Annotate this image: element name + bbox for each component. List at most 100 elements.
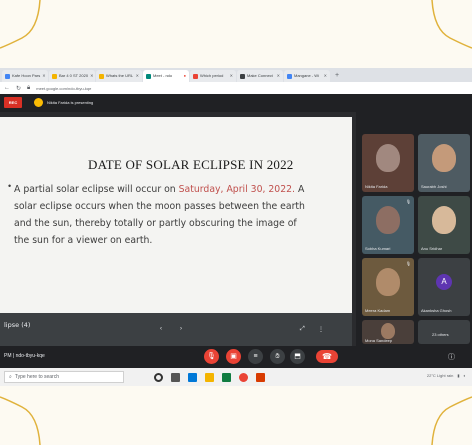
tab-label: Meet - ndo [153, 73, 173, 78]
store-icon[interactable] [222, 372, 231, 382]
weather-widget[interactable]: 22°C Light rain [427, 373, 454, 378]
browser-tab[interactable]: Mangane - Wi ✕ [284, 70, 330, 82]
close-icon[interactable]: ✕ [136, 70, 139, 82]
participant-tile[interactable]: Anu Sridhar [418, 196, 470, 254]
meet-header: REC Nikita Farida is presenting [0, 94, 472, 110]
presentation-area: DATE OF SOLAR ECLIPSE IN 2022 • A partia… [0, 112, 356, 372]
slide-line: solar eclipse occurs when the moon passe… [14, 201, 305, 212]
tab-favicon-icon [193, 73, 198, 79]
participant-name: Mona Sandeep [365, 338, 393, 343]
edge-icon[interactable] [188, 372, 197, 382]
slide-text: A partial solar eclipse will occur on [14, 184, 179, 195]
network-icon[interactable]: ▮ [457, 373, 459, 378]
more-participants-tile[interactable]: 23 others [418, 320, 470, 344]
new-tab-icon[interactable]: + [335, 70, 339, 82]
fullscreen-icon[interactable]: ⤢ [300, 326, 305, 333]
participant-tile[interactable]: A Akanksha Ghosh [418, 258, 470, 316]
tab-label: Kafe Hoon Pars [12, 73, 41, 78]
browser-tab[interactable]: Kafe Hoon Pars ✕ [2, 70, 48, 82]
tab-label: Bar 4 0 ST 2020 [59, 73, 89, 78]
present-button[interactable]: ⬒ [290, 349, 305, 364]
tab-favicon-icon [287, 73, 292, 79]
captions-button[interactable]: ≡ [248, 349, 263, 364]
browser-tab[interactable]: Whats the URL ✕ [96, 70, 142, 82]
tab-favicon-icon [52, 73, 57, 79]
info-icon[interactable]: ⓘ [448, 352, 455, 362]
participant-tile[interactable]: 🎙︎ Meera Kadam [362, 258, 414, 316]
close-icon[interactable]: ✕ [42, 70, 45, 82]
participant-tile[interactable]: Saurabh Joshi [418, 134, 470, 192]
slide-body: A partial solar eclipse will occur on Sa… [14, 181, 348, 249]
participant-tile[interactable]: Nikita Farida [362, 134, 414, 192]
browser-tab[interactable]: Which period ✕ [190, 70, 236, 82]
presenter-avatar [34, 97, 43, 107]
photo-frame: Kafe Hoon Pars ✕ Bar 4 0 ST 2020 ✕ Whats t… [0, 0, 472, 445]
participant-tile[interactable]: Mona Sandeep [362, 320, 414, 344]
slide-date-highlight: Saturday, April 30, 2022. [178, 184, 296, 195]
system-tray: 22°C Light rain ▮ 🔈︎ [427, 373, 466, 378]
participant-video [381, 323, 395, 339]
participant-video [376, 144, 400, 172]
slide-caption: lipse (4) [4, 321, 31, 329]
close-icon[interactable]: ✕ [277, 70, 280, 82]
participant-video [432, 144, 456, 172]
browser-tab-bar: Kafe Hoon Pars ✕ Bar 4 0 ST 2020 ✕ Whats t… [0, 68, 472, 82]
slide: DATE OF SOLAR ECLIPSE IN 2022 • A partia… [0, 117, 352, 313]
mic-off-icon: 🎙︎ [405, 199, 411, 204]
tab-label: Which period [200, 73, 224, 78]
meeting-code: PM | ndo-tbyu-kqe [4, 353, 45, 359]
end-call-button[interactable]: ☎︎ [316, 350, 338, 363]
slide-menu-icon[interactable]: ⋮ [318, 326, 324, 333]
close-icon[interactable]: ✕ [324, 70, 327, 82]
tab-favicon-icon [146, 73, 151, 79]
meet-controls-bar: PM | ndo-tbyu-kqe 🎙︎ ▣ ≡ ✋︎ ⬒ ⋮ ☎︎ ⓘ [0, 346, 472, 368]
slide-bullet: • [8, 181, 12, 191]
participant-name: Nikita Farida [365, 184, 388, 189]
raise-hand-button[interactable]: ✋︎ [270, 349, 285, 364]
participant-name: Anu Sridhar [421, 246, 443, 251]
participant-name: Saurabh Joshi [421, 184, 447, 189]
participant-name: Meera Kadam [365, 308, 391, 313]
tab-favicon-icon [5, 73, 10, 79]
participant-name: Akanksha Ghosh [421, 308, 452, 313]
screen-photo: Kafe Hoon Pars ✕ Bar 4 0 ST 2020 ✕ Whats t… [0, 68, 472, 386]
task-view-icon[interactable] [171, 372, 180, 382]
volume-icon[interactable]: 🔈︎ [464, 373, 466, 378]
close-icon[interactable]: ● [184, 70, 186, 82]
presenting-status: Nikita Farida is presenting [47, 99, 94, 105]
browser-tab[interactable]: Bar 4 0 ST 2020 ✕ [49, 70, 95, 82]
close-icon[interactable]: ✕ [230, 70, 233, 82]
powerpoint-icon[interactable] [256, 372, 265, 382]
slide-line: the sun for a viewer on earth. [14, 235, 153, 246]
lock-icon: 🔒︎ [27, 84, 31, 91]
camera-off-button[interactable]: ▣ [226, 349, 241, 364]
reload-icon[interactable]: ↻ [16, 85, 21, 92]
taskbar-apps [154, 372, 265, 382]
slide-prev-icon[interactable]: ‹ [160, 326, 162, 332]
tab-favicon-icon [240, 73, 245, 79]
url-field[interactable]: meet.google.com/ndo-tbyu-kqe [36, 86, 91, 91]
recording-badge: REC [4, 96, 22, 108]
file-explorer-icon[interactable] [205, 372, 214, 382]
cortana-icon[interactable] [154, 372, 163, 382]
browser-tab-active[interactable]: Meet - ndo ● [143, 70, 189, 82]
participant-tile[interactable]: 🎙︎ Sobha Kumari [362, 196, 414, 254]
taskbar-search-input[interactable]: ⌕ Type here to search [4, 371, 124, 383]
slide-next-icon[interactable]: › [180, 326, 182, 332]
tab-label: Whats the URL [106, 73, 134, 78]
search-icon: ⌕ [9, 374, 12, 380]
address-bar: ← ↻ 🔒︎ meet.google.com/ndo-tbyu-kqe [0, 82, 472, 94]
back-icon[interactable]: ← [4, 85, 10, 91]
chrome-icon[interactable] [239, 372, 248, 382]
windows-taskbar: ⌕ Type here to search 22°C Light rain ▮ … [0, 368, 472, 386]
participant-video [376, 206, 400, 234]
mic-off-button[interactable]: 🎙︎ [204, 349, 219, 364]
participant-name: Sobha Kumari [365, 246, 391, 251]
slide-line: A partial solar eclipse will occur on Sa… [14, 181, 348, 198]
tab-label: Make Connect [247, 73, 273, 78]
close-icon[interactable]: ✕ [90, 70, 93, 82]
slide-line: and the sun, thereby totally or partly o… [14, 218, 297, 229]
browser-tab[interactable]: Make Connect ✕ [237, 70, 283, 82]
mic-off-icon: 🎙︎ [405, 261, 411, 266]
slide-title: DATE OF SOLAR ECLIPSE IN 2022 [88, 157, 294, 172]
